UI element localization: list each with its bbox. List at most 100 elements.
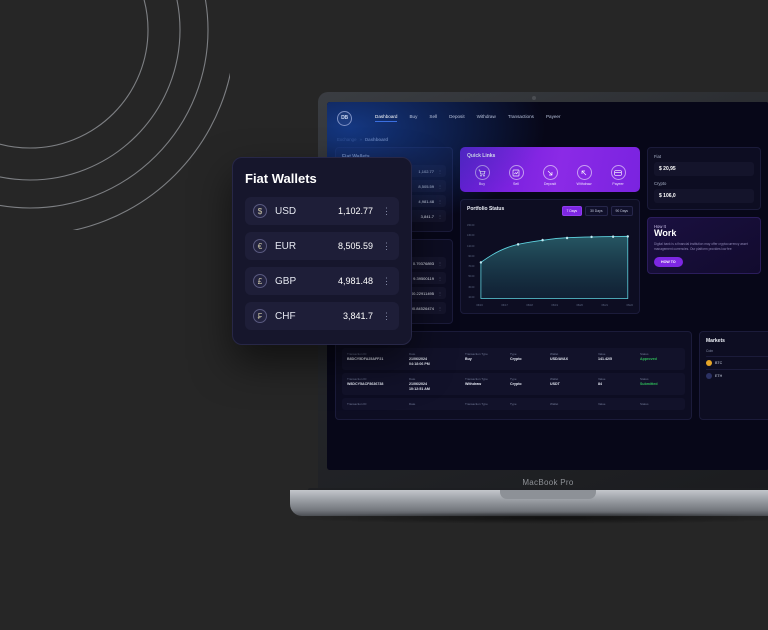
fiat-balance-value: $ 20,95 xyxy=(654,162,754,176)
laptop-shadow xyxy=(284,512,768,524)
row-menu-icon[interactable]: ⋮ xyxy=(438,261,442,265)
quick-link-payeer[interactable]: Payeer xyxy=(603,165,633,186)
crypto-balance-label: Crypto xyxy=(654,181,667,186)
range-7-days[interactable]: 7 Days xyxy=(561,206,583,216)
concentric-rings-decoration xyxy=(0,0,230,230)
table-row[interactable]: Transaction ID W8DCY5ACF8636738 Date 21/… xyxy=(342,373,685,395)
row-menu-icon[interactable]: ⋮ xyxy=(382,311,391,320)
column-header: Type xyxy=(510,377,517,381)
column-header: Value xyxy=(598,402,606,406)
row-menu-icon[interactable]: ⋮ xyxy=(438,276,442,280)
how-it-works-heading: Work xyxy=(654,228,677,238)
column-header: Date xyxy=(409,352,416,356)
column-header: Transaction Type xyxy=(465,402,488,406)
x-tick: 06/18 xyxy=(526,304,533,307)
column-header: Date xyxy=(409,377,416,381)
portfolio-chart: 150.00 130.00 110.00 90.00 70.00 50.00 3… xyxy=(467,222,633,307)
fiat-wallet-row[interactable]: € EUR 8,505.59 ⋮ xyxy=(245,232,399,260)
row-menu-icon[interactable]: ⋮ xyxy=(438,306,442,310)
status-badge: Submitted xyxy=(640,382,658,386)
fiat-wallet-row[interactable]: ₣ CHF 3,841.7 ⋮ xyxy=(245,302,399,330)
markets-title: Markets xyxy=(706,338,725,344)
market-row[interactable]: ETH xyxy=(706,369,768,382)
market-row[interactable]: BTC xyxy=(706,356,768,369)
how-it-works-card: How It Work Digital bank is a financial … xyxy=(647,217,761,274)
currency-name: USD xyxy=(275,205,297,217)
row-menu-icon[interactable]: ⋮ xyxy=(382,276,391,285)
fiat-balance-label: Fiat xyxy=(654,154,661,159)
range-30-days[interactable]: 30 Days xyxy=(585,206,608,216)
transaction-value: 141.42/5 xyxy=(598,357,612,361)
row-menu-icon[interactable]: ⋮ xyxy=(438,291,442,295)
column-header: Value xyxy=(598,352,606,356)
column-header: Transaction Type xyxy=(465,352,488,356)
column-header: Wallet xyxy=(550,352,559,356)
usd-icon: $ xyxy=(253,204,267,218)
markets-column-header: Coin xyxy=(706,349,713,353)
x-tick: 06/21 xyxy=(601,304,608,307)
quick-link-withdraw[interactable]: Withdraw xyxy=(569,165,599,186)
brand-logo[interactable]: DB xyxy=(337,110,352,126)
table-row[interactable]: Transaction ID Date Transaction Type Typ… xyxy=(342,398,685,410)
range-90-days[interactable]: 90 Days xyxy=(610,206,633,216)
nav-item-transactions[interactable]: Transactions xyxy=(508,114,534,122)
currency-balance: 3,841.7 xyxy=(342,311,373,321)
webcam-icon xyxy=(532,96,536,100)
trackpad-notch xyxy=(500,490,596,499)
transaction-date: 21/06/2024 xyxy=(409,357,427,361)
column-header: Wallet xyxy=(550,377,559,381)
column-header: Transaction ID xyxy=(347,377,367,381)
market-name: ETH xyxy=(715,374,723,378)
main-nav: Dashboard Buy Sell Deposit Withdraw Tran… xyxy=(375,114,561,122)
column-header: Transaction ID xyxy=(347,352,367,356)
right-column: Fiat $ 20,95 Crypto $ 106,0 How It Work … xyxy=(647,147,761,324)
asset-type: Crypto xyxy=(510,382,522,386)
nav-item-dashboard[interactable]: Dashboard xyxy=(375,114,398,122)
x-tick: 06/22 xyxy=(626,304,634,307)
chart-x-axis: 06/16 06/17 06/18 06/19 06/20 06/21 06/2… xyxy=(476,304,633,307)
row-menu-icon[interactable]: ⋮ xyxy=(382,241,391,250)
currency-name: EUR xyxy=(275,240,297,252)
row-menu-icon[interactable]: ⋮ xyxy=(382,206,391,215)
nav-item-sell[interactable]: Sell xyxy=(429,114,437,122)
wallet-value: 9.39500119 xyxy=(413,275,434,281)
transaction-type: Withdraw xyxy=(465,382,482,386)
quick-link-label: Payeer xyxy=(612,182,624,186)
column-header: Type xyxy=(510,352,517,356)
transaction-date: 21/06/2024 xyxy=(409,382,427,386)
transaction-time: 04:18:06 PM xyxy=(409,362,430,366)
transaction-id: W8DCY5ACF8636738 xyxy=(347,382,384,386)
nav-item-buy[interactable]: Buy xyxy=(409,114,417,122)
wallet-value: 0.79376893 xyxy=(412,260,434,266)
nav-item-payeer[interactable]: Payeer xyxy=(546,114,561,122)
currency-balance: 8,505.59 xyxy=(337,241,373,251)
transaction-type: Buy xyxy=(465,357,472,361)
table-row[interactable]: Transaction ID B8DCY5DFA25AFF21 Date 21/… xyxy=(342,348,685,370)
column-header: Transaction ID xyxy=(347,402,367,406)
scene-root: DB Dashboard Buy Sell Deposit Withdraw T… xyxy=(0,0,768,630)
transaction-time: 10:12:51 AM xyxy=(409,387,430,391)
x-tick: 06/16 xyxy=(476,304,483,307)
area-series xyxy=(480,235,630,299)
quick-link-label: Withdraw xyxy=(576,182,592,186)
x-tick: 06/17 xyxy=(501,304,508,307)
btc-icon xyxy=(706,360,712,366)
nav-item-withdraw[interactable]: Withdraw xyxy=(477,114,496,122)
asset-type: Crypto xyxy=(510,357,522,361)
how-to-button[interactable]: HOW TO xyxy=(654,256,683,267)
column-header: Status xyxy=(640,377,649,381)
balances-card: Fiat $ 20,95 Crypto $ 106,0 xyxy=(647,147,761,210)
fiat-wallet-row[interactable]: £ GBP 4,981.48 ⋮ xyxy=(245,267,399,295)
column-header: Transaction Type xyxy=(465,377,488,381)
top-navigation-bar: DB Dashboard Buy Sell Deposit Withdraw T… xyxy=(327,102,768,134)
nav-item-deposit[interactable]: Deposit xyxy=(449,114,465,122)
eth-icon xyxy=(706,373,712,379)
device-label: MacBook Pro xyxy=(522,478,574,487)
chf-icon: ₣ xyxy=(253,309,267,323)
chart-y-axis: 150.00 130.00 110.00 90.00 70.00 50.00 3… xyxy=(467,224,475,299)
column-header: Value xyxy=(598,377,606,381)
fiat-wallet-row[interactable]: $ USD 1,102.77 ⋮ xyxy=(245,197,399,225)
currency-balance: 4,981.48 xyxy=(337,276,373,286)
column-header: Wallet xyxy=(550,402,559,406)
card-icon xyxy=(610,165,626,180)
